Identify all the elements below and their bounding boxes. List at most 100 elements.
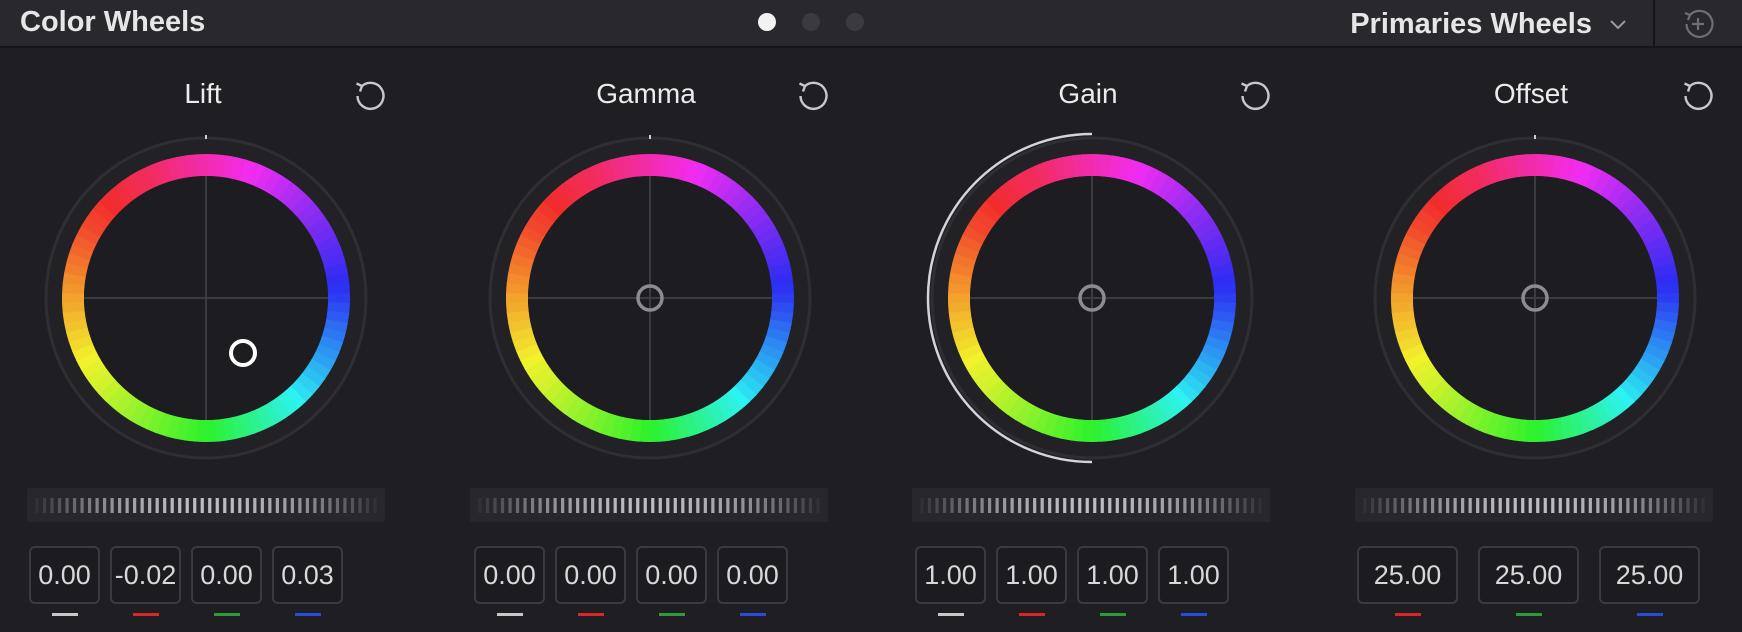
jog-tick bbox=[223, 498, 227, 513]
value-text: 0.00 bbox=[564, 559, 617, 590]
value-field-red[interactable]: 25.00 bbox=[1357, 546, 1458, 616]
jog-tick bbox=[538, 498, 542, 513]
master-jog-wheel[interactable] bbox=[912, 488, 1270, 522]
jog-tick bbox=[1633, 498, 1637, 513]
jog-tick bbox=[1408, 498, 1412, 513]
value-field-blue[interactable]: 0.00 bbox=[717, 546, 788, 616]
value-field-red[interactable]: 1.00 bbox=[996, 546, 1067, 616]
jog-tick bbox=[1656, 498, 1660, 513]
value-field-red[interactable]: 0.00 bbox=[555, 546, 626, 616]
wheels-mode-dropdown[interactable]: Primaries Wheels bbox=[1350, 4, 1630, 44]
jog-tick bbox=[1018, 498, 1022, 513]
jog-tick bbox=[1063, 498, 1067, 513]
value-field-master[interactable]: 0.00 bbox=[29, 546, 100, 616]
master-jog-wheel[interactable] bbox=[1355, 488, 1713, 522]
jog-tick bbox=[1468, 498, 1472, 513]
value-field-master[interactable]: 0.00 bbox=[474, 546, 545, 616]
jog-tick bbox=[786, 498, 790, 513]
color-wheel[interactable] bbox=[922, 128, 1262, 468]
jog-tick bbox=[1536, 498, 1540, 513]
wheel-title: Gain bbox=[1058, 78, 1118, 109]
value-text: 0.00 bbox=[38, 559, 91, 590]
reset-icon[interactable] bbox=[351, 76, 389, 114]
jog-tick bbox=[1543, 498, 1547, 513]
color-wheel[interactable] bbox=[1365, 128, 1705, 468]
value-text: 0.03 bbox=[281, 559, 334, 590]
jog-tick bbox=[651, 498, 655, 513]
jog-tick bbox=[1393, 498, 1397, 513]
value-field-blue[interactable]: 0.03 bbox=[272, 546, 343, 616]
wheel-panel-lift: Lift 0.00 -0.02 0.00 0.03 bbox=[3, 48, 403, 632]
value-field-green[interactable]: 1.00 bbox=[1077, 546, 1148, 616]
hue-ring-segment bbox=[1081, 154, 1094, 177]
jog-tick bbox=[1243, 498, 1247, 513]
jog-tick bbox=[87, 498, 92, 513]
jog-tick bbox=[1415, 498, 1420, 513]
reset-icon[interactable] bbox=[1679, 76, 1717, 114]
value-fields: 1.00 1.00 1.00 1.00 bbox=[915, 546, 1229, 616]
reset-all-icon[interactable] bbox=[1680, 6, 1716, 42]
value-field-green[interactable]: 0.00 bbox=[191, 546, 262, 616]
jog-tick bbox=[1483, 498, 1487, 513]
reset-icon[interactable] bbox=[794, 76, 832, 114]
hue-ring-segment bbox=[639, 154, 652, 177]
channel-indicator-green bbox=[1099, 613, 1126, 616]
jog-tick bbox=[681, 498, 685, 513]
value-field-blue[interactable]: 1.00 bbox=[1158, 546, 1229, 616]
jog-tick bbox=[980, 498, 984, 513]
channel-indicator-master bbox=[937, 613, 964, 616]
jog-tick bbox=[771, 498, 775, 513]
value-text: 1.00 bbox=[1005, 559, 1058, 590]
jog-tick bbox=[328, 498, 332, 513]
jog-tick bbox=[1040, 498, 1044, 513]
jog-tick bbox=[718, 498, 722, 513]
channel-indicator-red bbox=[1018, 613, 1045, 616]
value-field-master[interactable]: 1.00 bbox=[915, 546, 986, 616]
jog-tick bbox=[1663, 498, 1668, 513]
value-text: 0.00 bbox=[483, 559, 536, 590]
jog-tick bbox=[927, 498, 932, 513]
jog-tick bbox=[935, 498, 939, 513]
master-jog-wheel[interactable] bbox=[470, 488, 828, 522]
jog-tick bbox=[1250, 498, 1255, 513]
color-wheel[interactable] bbox=[480, 128, 820, 468]
jog-tick bbox=[1431, 498, 1435, 513]
channel-indicator-red bbox=[1394, 613, 1421, 616]
jog-tick bbox=[155, 498, 159, 513]
page-dot-1[interactable] bbox=[758, 13, 776, 31]
value-text: 25.00 bbox=[1494, 559, 1563, 590]
jog-tick bbox=[500, 498, 505, 513]
jog-tick bbox=[1153, 498, 1157, 513]
jog-tick bbox=[942, 498, 947, 513]
jog-tick bbox=[42, 498, 47, 513]
page-dot-2[interactable] bbox=[802, 13, 820, 31]
jog-tick bbox=[35, 498, 39, 513]
jog-tick bbox=[1370, 498, 1375, 513]
color-wheel[interactable] bbox=[36, 128, 376, 468]
value-field-green[interactable]: 0.00 bbox=[636, 546, 707, 616]
jog-tick bbox=[613, 498, 617, 513]
value-field-green[interactable]: 25.00 bbox=[1478, 546, 1579, 616]
jog-tick bbox=[133, 498, 137, 513]
jog-tick bbox=[290, 498, 294, 513]
jog-tick bbox=[1558, 498, 1562, 513]
value-field-red[interactable]: -0.02 bbox=[110, 546, 181, 616]
jog-tick bbox=[1228, 498, 1232, 513]
value-field-blue[interactable]: 25.00 bbox=[1599, 546, 1700, 616]
jog-tick bbox=[748, 498, 752, 513]
jog-tick bbox=[1611, 498, 1615, 513]
page-dot-3[interactable] bbox=[846, 13, 864, 31]
jog-tick bbox=[643, 498, 647, 513]
jog-tick bbox=[1618, 498, 1622, 513]
jog-tick bbox=[163, 498, 167, 513]
master-jog-wheel[interactable] bbox=[27, 488, 385, 522]
jog-tick bbox=[1678, 498, 1683, 513]
jog-tick bbox=[193, 498, 197, 513]
jog-tick bbox=[215, 498, 219, 513]
jog-tick bbox=[1145, 498, 1149, 513]
jog-tick bbox=[1438, 498, 1442, 513]
jog-tick bbox=[485, 498, 490, 513]
reset-icon[interactable] bbox=[1236, 76, 1274, 114]
jog-tick bbox=[1423, 498, 1427, 513]
jog-tick bbox=[1378, 498, 1382, 513]
